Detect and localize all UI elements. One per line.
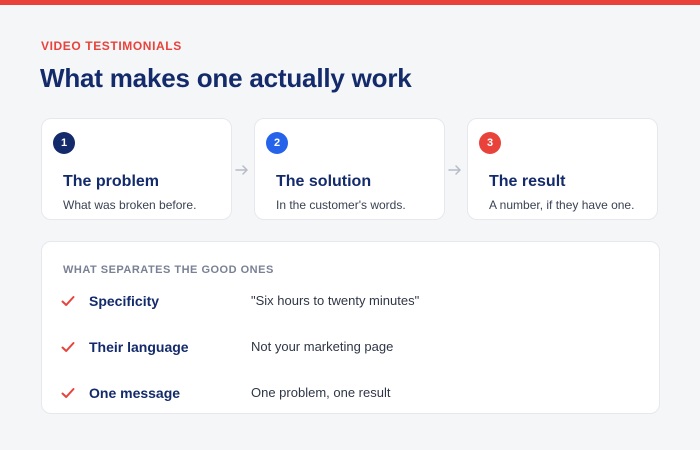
page-title: What makes one actually work	[40, 63, 412, 93]
item-value: Not your marketing page	[251, 339, 394, 354]
item-label: One message	[89, 385, 181, 401]
check-icon	[61, 342, 75, 352]
step-title: The problem	[63, 173, 160, 190]
step-title: The result	[489, 173, 566, 190]
step-title: The solution	[276, 173, 372, 190]
check-icon	[61, 296, 75, 306]
list-item: Their language Not your marketing page	[42, 336, 659, 358]
step-description: In the customer's words.	[276, 198, 406, 212]
step-card-problem: 1 The problem What was broken before.	[41, 118, 232, 220]
step-description: What was broken before.	[63, 198, 197, 212]
list-item: Specificity "Six hours to twenty minutes…	[42, 290, 659, 312]
item-label: Their language	[89, 339, 189, 355]
arrow-right-icon	[235, 165, 248, 175]
list-item: One message One problem, one result	[42, 382, 659, 404]
step-number-badge: 3	[479, 132, 501, 154]
step-number-badge: 1	[53, 132, 75, 154]
arrow-right-icon	[448, 165, 461, 175]
step-card-solution: 2 The solution In the customer's words.	[254, 118, 445, 220]
section-eyebrow: VIDEO TESTIMONIALS	[41, 39, 182, 53]
panel-heading: WHAT SEPARATES THE GOOD ONES	[63, 264, 274, 276]
page: VIDEO TESTIMONIALS What makes one actual…	[0, 5, 700, 450]
step-number-badge: 2	[266, 132, 288, 154]
item-label: Specificity	[89, 293, 160, 309]
step-card-result: 3 The result A number, if they have one.	[467, 118, 658, 220]
item-value: "Six hours to twenty minutes"	[251, 293, 420, 308]
step-description: A number, if they have one.	[489, 198, 635, 212]
item-value: One problem, one result	[251, 385, 391, 400]
good-ones-panel: WHAT SEPARATES THE GOOD ONES Specificity…	[41, 241, 660, 414]
check-icon	[61, 388, 75, 398]
